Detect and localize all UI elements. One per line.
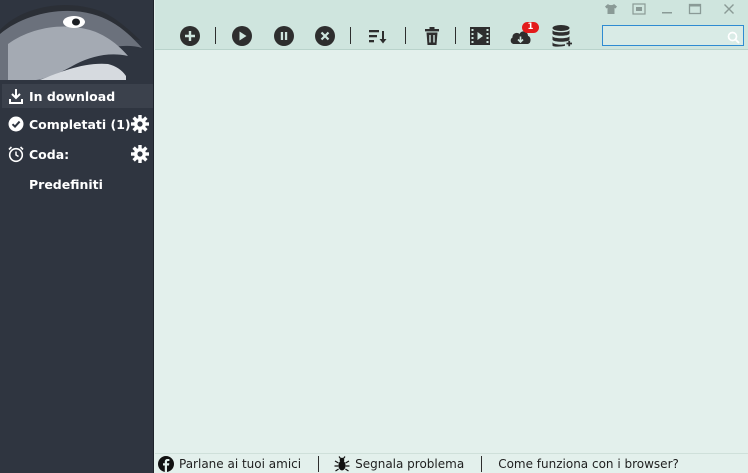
search-icon[interactable] bbox=[727, 29, 740, 44]
toolbar-separator bbox=[455, 27, 456, 44]
database-icon[interactable] bbox=[550, 24, 574, 48]
search-input[interactable] bbox=[603, 28, 723, 47]
sidebar-item-label: In download bbox=[29, 88, 116, 104]
toolbar-separator bbox=[215, 27, 216, 44]
pause-icon[interactable] bbox=[272, 24, 296, 48]
footer: Parlane ai tuoi amici Segnala problema C… bbox=[155, 453, 748, 473]
check-circle-icon bbox=[7, 115, 25, 133]
browser-help-link[interactable]: Come funziona con i browser? bbox=[498, 457, 679, 471]
sidebar-item-in-download[interactable]: In download bbox=[2, 84, 153, 108]
share-link[interactable]: Parlane ai tuoi amici bbox=[158, 455, 302, 472]
delete-icon[interactable] bbox=[420, 24, 444, 48]
facebook-icon bbox=[158, 455, 174, 472]
report-label: Segnala problema bbox=[355, 456, 465, 471]
share-label: Parlane ai tuoi amici bbox=[179, 456, 302, 471]
report-problem-link[interactable]: Segnala problema bbox=[334, 455, 465, 472]
sidebar-item-label: Completati (1) bbox=[29, 116, 131, 132]
minimize-icon[interactable] bbox=[657, 1, 677, 17]
footer-separator bbox=[481, 455, 483, 472]
skin-icon[interactable] bbox=[601, 1, 621, 17]
sidebar-item-label: Coda: bbox=[29, 146, 70, 162]
sidebar-item-coda[interactable]: Coda: bbox=[2, 142, 153, 166]
browser-help-label: Come funziona con i browser? bbox=[498, 456, 679, 471]
search-box bbox=[602, 25, 744, 47]
download-icon bbox=[7, 87, 25, 105]
download-list[interactable] bbox=[155, 51, 748, 452]
toolbar-separator bbox=[350, 27, 351, 44]
sidebar-item-label: Predefiniti bbox=[29, 176, 103, 192]
sidebar: In download Completati (1) Coda: Predefi… bbox=[0, 0, 154, 473]
cloud-icon[interactable]: 1 bbox=[509, 22, 539, 48]
play-icon[interactable] bbox=[230, 24, 254, 48]
eagle-logo bbox=[0, 0, 154, 80]
video-icon[interactable] bbox=[468, 24, 492, 48]
close-icon[interactable] bbox=[719, 1, 739, 17]
toolbar-separator bbox=[405, 27, 406, 44]
gear-icon[interactable] bbox=[130, 144, 150, 164]
alarm-clock-icon bbox=[7, 145, 25, 163]
mini-mode-icon[interactable] bbox=[629, 1, 649, 17]
add-icon[interactable] bbox=[178, 24, 202, 48]
sidebar-item-completati[interactable]: Completati (1) bbox=[2, 112, 153, 136]
notification-badge: 1 bbox=[522, 22, 539, 33]
sort-icon[interactable] bbox=[365, 24, 389, 48]
sidebar-item-predefiniti[interactable]: Predefiniti bbox=[2, 172, 153, 196]
stop-icon[interactable] bbox=[313, 24, 337, 48]
maximize-icon[interactable] bbox=[685, 1, 705, 17]
bug-icon bbox=[334, 455, 350, 472]
footer-separator bbox=[318, 455, 320, 472]
gear-icon[interactable] bbox=[130, 114, 150, 134]
